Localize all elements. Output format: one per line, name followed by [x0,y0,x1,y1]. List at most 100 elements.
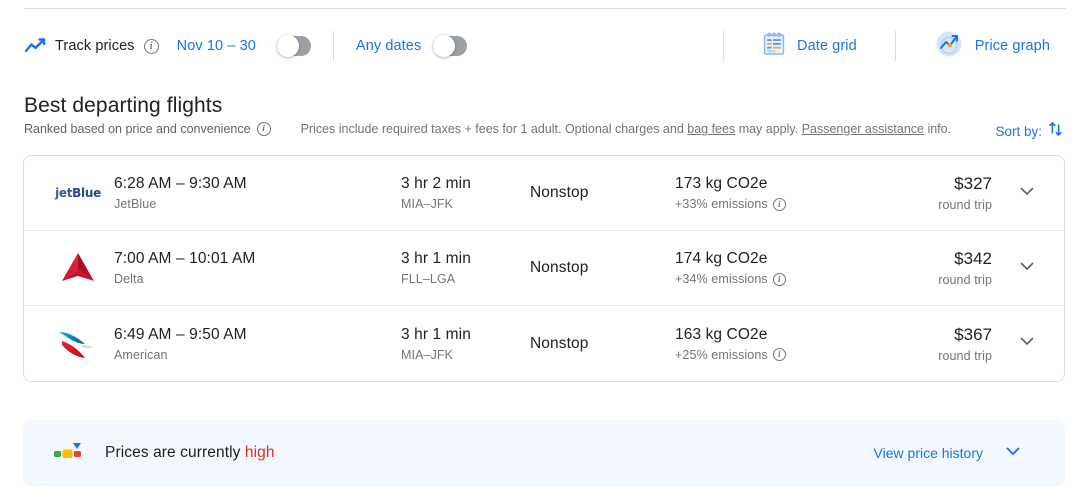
airline-name: American [114,347,168,362]
expand-flight-button[interactable] [1006,331,1048,356]
bag-fees-link[interactable]: bag fees [687,122,735,136]
toggle-knob [276,35,299,57]
delta-logo [42,251,114,285]
flight-stops-cell: Nonstop [530,335,675,353]
chevron-down-icon [1017,181,1037,206]
chevron-down-icon [1017,331,1037,356]
disclaimer-part-2: may apply. [735,122,802,136]
flight-results-card: jetBlue 6:28 AM – 9:30 AM JetBlue 3 hr 2… [23,155,1065,382]
trending-up-icon [24,35,46,57]
table-row[interactable]: 7:00 AM – 10:01 AM Delta 3 hr 1 min FLL–… [24,231,1064,306]
toolbar-divider-1 [332,31,334,61]
flight-price-cell: $327 round trip [870,174,1006,212]
price-level-indicator-icon [53,438,87,469]
co2-value: 163 kg CO2e [675,325,768,343]
track-prices-toggle[interactable] [276,35,311,57]
sort-by-button[interactable]: Sort by: [995,120,1065,143]
ranked-info-icon[interactable]: i [256,122,271,136]
chevron-down-icon [1017,256,1037,281]
date-grid-button[interactable]: Date grid [746,31,873,61]
date-grid-label: Date grid [797,38,857,54]
flight-emissions-cell: 163 kg CO2e +25% emissions i [675,326,870,362]
emissions-delta: +33% emissions [675,197,768,211]
banner-message: Prices are currently high [105,444,275,462]
table-row[interactable]: 6:49 AM – 9:50 AM American 3 hr 1 min MI… [24,306,1064,381]
flight-times: 6:28 AM – 9:30 AM [114,175,247,192]
ranked-text: Ranked based on price and convenience [24,122,251,136]
co2-value: 173 kg CO2e [675,175,768,192]
chevron-down-icon [1003,441,1023,466]
any-dates-toggle[interactable] [433,35,468,57]
flight-stops-cell: Nonstop [530,184,675,202]
table-row[interactable]: jetBlue 6:28 AM – 9:30 AM JetBlue 3 hr 2… [24,156,1064,231]
flight-emissions-cell: 173 kg CO2e +33% emissions i [675,175,870,211]
american-eagle-icon [59,331,94,358]
flight-route: FLL–LGA [401,272,456,286]
jetblue-wordmark: jetBlue [55,186,101,200]
flight-duration-cell: 3 hr 2 min MIA–JFK [401,175,530,211]
flight-times: 7:00 AM – 10:01 AM [114,250,256,267]
price-graph-button[interactable]: Price graph [918,29,1066,64]
calendar-grid-icon [762,31,786,61]
toolbar-divider-2 [723,31,724,61]
passenger-assistance-link[interactable]: Passenger assistance [802,122,924,136]
emissions-subrow: +34% emissions i [675,272,870,286]
sort-by-label: Sort by: [995,124,1042,139]
flight-price: $342 [954,249,992,268]
flight-route: MIA–JFK [401,197,454,211]
flight-price-cell: $367 round trip [870,325,1006,363]
expand-flight-button[interactable] [1006,181,1048,206]
flight-duration-cell: 3 hr 1 min MIA–JFK [401,326,530,362]
track-prices-label: Track prices [55,38,135,54]
track-prices-info-icon[interactable]: i [143,38,159,54]
banner-text-prefix: Prices are currently [105,444,245,461]
flight-route: MIA–JFK [401,347,454,362]
co2-value: 174 kg CO2e [675,250,768,267]
any-dates-label[interactable]: Any dates [356,38,421,54]
flight-time-cell: 6:49 AM – 9:50 AM American [114,326,401,362]
flight-duration: 3 hr 2 min [401,175,471,192]
disclaimer: Prices include required taxes + fees for… [301,122,952,136]
emissions-info-icon[interactable]: i [772,197,786,211]
flight-stops: Nonstop [530,184,589,201]
toolbar-divider-3 [894,31,896,61]
flight-duration: 3 hr 1 min [401,325,471,343]
airline-name: Delta [114,272,144,286]
view-price-history-label: View price history [873,445,983,461]
top-divider [24,8,1066,9]
airline-name: JetBlue [114,197,157,211]
section-subtitle: Ranked based on price and convenience i … [24,122,951,136]
track-prices-group: Track prices i Nov 10 – 30 [24,35,311,57]
page-title: Best departing flights [24,94,223,117]
price-type: round trip [938,348,992,363]
emissions-delta: +34% emissions [675,272,768,286]
american-logo [42,327,114,361]
flight-results-page: Track prices i Nov 10 – 30 Any dates Dat… [0,0,1089,502]
emissions-info-icon[interactable]: i [772,348,786,361]
flight-price: $367 [954,324,992,344]
emissions-delta: +25% emissions [675,347,768,362]
price-type: round trip [938,273,992,287]
jetblue-logo: jetBlue [42,186,114,200]
flight-stops: Nonstop [530,259,589,276]
toggle-knob [433,35,456,57]
emissions-subrow: +33% emissions i [675,197,870,211]
emissions-info-icon[interactable]: i [772,272,786,286]
view-price-history-button[interactable]: View price history [874,441,1045,466]
flight-time-cell: 7:00 AM – 10:01 AM Delta [114,250,401,286]
price-type: round trip [938,198,992,212]
flight-stops: Nonstop [530,334,589,352]
date-range-label[interactable]: Nov 10 – 30 [177,38,256,54]
flight-price: $327 [954,174,992,193]
price-graph-label: Price graph [974,38,1050,54]
filters-toolbar: Track prices i Nov 10 – 30 Any dates Dat… [24,26,1066,66]
flight-duration: 3 hr 1 min [401,250,471,267]
flight-time-cell: 6:28 AM – 9:30 AM JetBlue [114,175,401,211]
disclaimer-part-1: Prices include required taxes + fees for… [300,122,688,136]
sort-arrows-icon [1047,120,1065,143]
flight-times: 6:49 AM – 9:50 AM [114,325,247,343]
expand-flight-button[interactable] [1006,256,1048,281]
disclaimer-part-3: info. [923,122,952,136]
flight-duration-cell: 3 hr 1 min FLL–LGA [401,250,530,286]
flight-price-cell: $342 round trip [870,249,1006,287]
